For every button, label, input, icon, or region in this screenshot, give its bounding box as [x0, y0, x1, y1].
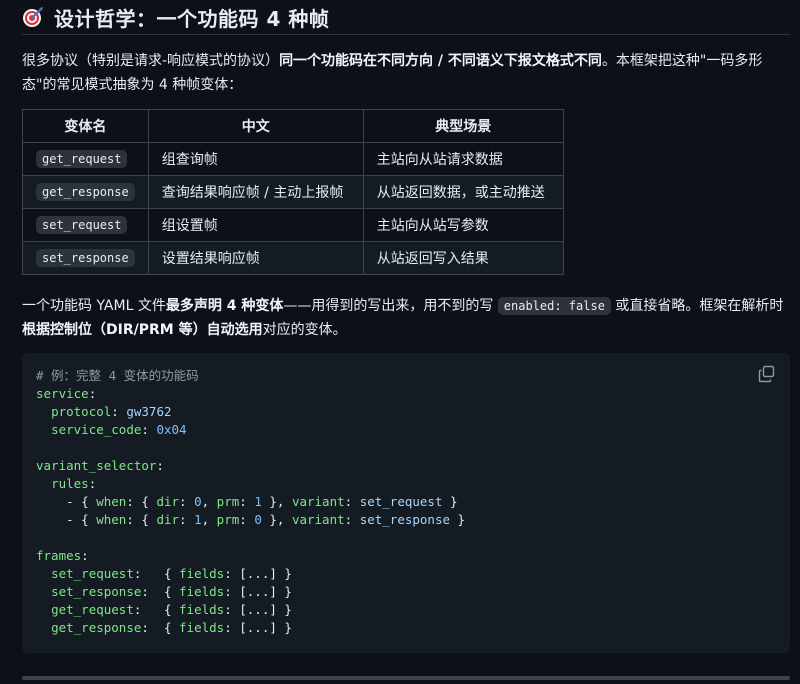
table-header: 中文 [147, 109, 364, 143]
table-header: 典型场景 [362, 109, 564, 143]
variant-scene-cell: 主站向从站请求数据 [362, 142, 564, 176]
variant-name: set_request [36, 216, 128, 234]
section-heading: 设计哲学：一个功能码 4 种帧 [22, 0, 790, 35]
variant-cn-cell: 设置结果响应帧 [147, 241, 364, 275]
variant-name-cell: set_response [22, 241, 149, 275]
inline-code: enabled: false [497, 297, 611, 315]
variant-name: set_response [36, 249, 135, 267]
variant-cn-cell: 组查询帧 [147, 142, 364, 176]
intro-paragraph: 很多协议（特别是请求-响应模式的协议）同一个功能码在不同方向 / 不同语义下报文… [22, 53, 763, 93]
code-block[interactable]: # 例：完整 4 变体的功能码 service: protocol: gw376… [22, 353, 790, 653]
variant-scene-cell: 从站返回数据，或主动推送 [362, 175, 564, 209]
horizontal-scrollbar[interactable] [22, 676, 790, 680]
table-row: set_request 组设置帧 主站向从站写参数 [22, 208, 564, 242]
table-row: set_response 设置结果响应帧 从站返回写入结果 [22, 241, 564, 275]
explanation-paragraph: 一个功能码 YAML 文件最多声明 4 种变体——用得到的写出来，用不到的写 e… [22, 297, 784, 338]
variant-name: get_request [36, 150, 128, 168]
variant-scene-cell: 主站向从站写参数 [362, 208, 564, 242]
variants-table: 变体名 中文 典型场景 get_request 组查询帧 主站向从站请求数据 g… [22, 109, 564, 275]
variant-name: get_response [36, 183, 135, 201]
table-row: get_request 组查询帧 主站向从站请求数据 [22, 142, 564, 176]
table-row: get_response 查询结果响应帧 / 主动上报帧 从站返回数据，或主动推… [22, 175, 564, 209]
table-header: 变体名 [22, 109, 149, 143]
variant-name-cell: get_response [22, 175, 149, 209]
code-content: # 例：完整 4 变体的功能码 service: protocol: gw376… [36, 368, 466, 635]
page-title: 设计哲学：一个功能码 4 种帧 [54, 6, 330, 31]
variant-name-cell: set_request [22, 208, 149, 242]
variant-scene-cell: 从站返回写入结果 [362, 241, 564, 275]
variant-cn-cell: 查询结果响应帧 / 主动上报帧 [147, 175, 364, 209]
variant-name-cell: get_request [22, 142, 149, 176]
variant-cn-cell: 组设置帧 [147, 208, 364, 242]
target-icon [23, 7, 43, 27]
copy-icon[interactable] [758, 365, 776, 383]
table-header-row: 变体名 中文 典型场景 [22, 109, 564, 143]
